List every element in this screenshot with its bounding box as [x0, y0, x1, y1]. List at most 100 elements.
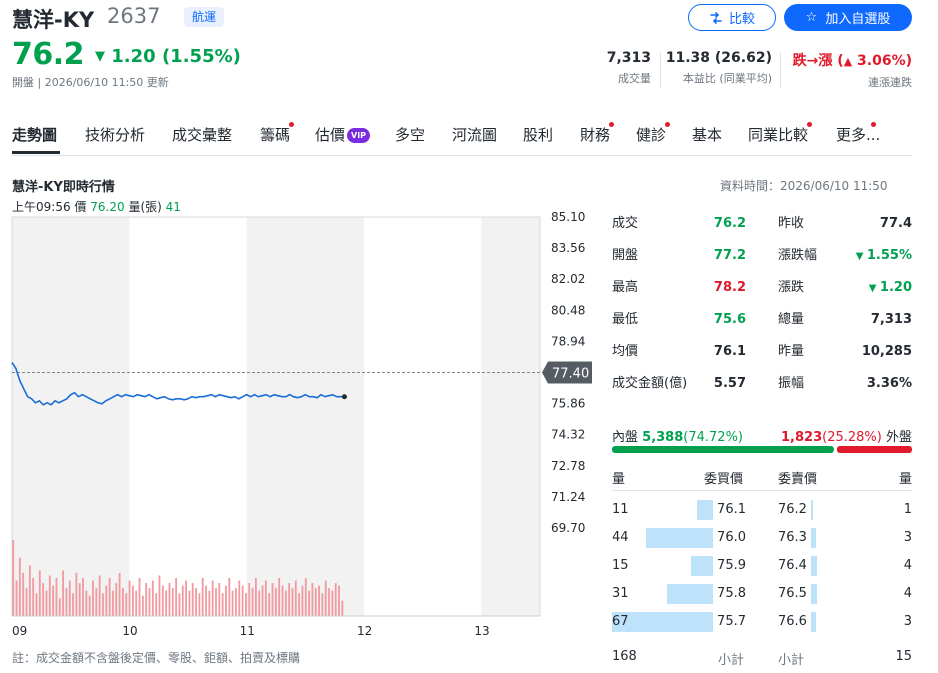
volume-bar: [271, 583, 274, 616]
industry-tag[interactable]: 航運: [184, 7, 225, 27]
quote-value: 7,313: [871, 304, 912, 336]
tab-transactions[interactable]: 成交彙整: [172, 124, 232, 145]
bid-price[interactable]: 76.1: [717, 496, 746, 524]
tab-financials[interactable]: 財務: [580, 122, 615, 145]
tab-peer-compare[interactable]: 同業比較: [748, 122, 813, 145]
volume-bar: [45, 590, 48, 616]
tab-dividend[interactable]: 股利: [523, 124, 553, 145]
quote-value: 77.2: [714, 240, 746, 272]
quote-label: 昨收: [778, 216, 805, 231]
add-to-watchlist-button[interactable]: ☆ 加入自選股: [784, 4, 912, 31]
volume-bar: [138, 578, 141, 616]
ask-qty: 4: [903, 558, 912, 573]
volume-bar: [245, 593, 247, 616]
inner-bar: [612, 446, 834, 453]
data-time: 資料時間：2026/06/10 11:50: [720, 179, 888, 193]
notification-dot: [665, 122, 671, 127]
tab-trend[interactable]: 走勢圖: [12, 124, 57, 145]
quote-label: 昨量: [778, 344, 805, 359]
volume-bar: [115, 583, 118, 616]
volume-bar: [32, 578, 35, 616]
intraday-chart[interactable]: 85.10 83.56 82.02 80.48 78.94 75.86 74.32 72.78…: [0, 210, 600, 646]
price-change: ▼ 1.20 (1.55%): [95, 46, 241, 67]
tab-technical[interactable]: 技術分析: [85, 124, 145, 145]
ask-price[interactable]: 76.4: [778, 552, 807, 580]
volume-bar: [334, 583, 337, 616]
quote-value-text: 10,285: [861, 344, 912, 359]
bid-price[interactable]: 75.7: [717, 608, 746, 636]
tab-river-chart[interactable]: 河流圖: [452, 124, 497, 145]
y-tick-label: 82.02: [551, 272, 585, 286]
inner-outer-bar: [612, 446, 912, 453]
volume-bar: [281, 585, 284, 616]
tab-basic[interactable]: 基本: [692, 124, 722, 145]
inner-pct: (74.72%): [683, 430, 743, 445]
ask-depth-bar: [811, 528, 817, 548]
ask-price[interactable]: 76.2: [778, 496, 807, 524]
tab-label: 河流圖: [452, 126, 498, 144]
quote-value-text: 1.55%: [866, 248, 912, 263]
tab-bar: 走勢圖 技術分析 成交彙整 籌碼 估價 VIP 多空 河流圖 股利 財務 健診 基…: [12, 118, 912, 156]
divider: [660, 52, 661, 88]
inner-value: 5,388: [642, 430, 684, 445]
volume-bar: [118, 572, 121, 616]
down-arrow-icon: ▼: [868, 283, 880, 294]
volume-bar: [145, 583, 148, 616]
notification-dot: [289, 122, 295, 127]
quote-label: 漲跌: [778, 280, 805, 295]
outer-pct: (25.28%): [822, 430, 882, 445]
volume-bar: [341, 600, 344, 616]
notification-dot: [609, 122, 615, 127]
ask-price[interactable]: 76.5: [778, 580, 807, 608]
volume-bar: [35, 593, 38, 616]
volume-bar: [228, 578, 231, 616]
volume-bar: [225, 585, 227, 616]
reference-price-label: 77.40: [552, 367, 589, 382]
ask-price[interactable]: 76.3: [778, 524, 807, 552]
stat-pe: 11.38 (26.62) 本益比 (同業平均): [666, 50, 772, 86]
inner-volume: 內盤 5,388(74.72%): [612, 426, 743, 445]
volume-bar: [298, 593, 301, 616]
tab-label: 成交彙整: [172, 126, 233, 144]
volume-bar: [251, 588, 254, 616]
volume-bar: [155, 593, 158, 616]
volume-bar: [42, 583, 45, 616]
y-tick-label: 83.56: [551, 241, 585, 255]
volume-bar: [128, 580, 131, 616]
volume-bar: [221, 593, 224, 616]
volume-bar: [158, 575, 161, 616]
y-tick-label: 72.78: [551, 459, 585, 473]
quote-value: 3.36%: [867, 368, 912, 400]
bid-qty-header: 量: [612, 472, 626, 487]
ask-depth-bar: [811, 612, 817, 632]
quote-label: 最高: [612, 280, 639, 295]
tab-health-check[interactable]: 健診: [636, 122, 671, 145]
down-arrow-icon: ▼: [855, 251, 867, 262]
volume-bar: [122, 588, 124, 616]
compare-button[interactable]: 比較: [688, 4, 776, 31]
x-tick-label: 10: [122, 624, 137, 638]
volume-bar: [85, 590, 88, 616]
tab-valuation[interactable]: 估價 VIP: [315, 124, 371, 145]
volume-bar: [52, 585, 55, 616]
stat-volume: 7,313 成交量: [607, 50, 651, 86]
x-tick-label: 11: [240, 624, 255, 638]
quote-value: 76.2: [714, 208, 746, 240]
ask-price[interactable]: 76.6: [778, 608, 807, 636]
volume-bar: [25, 588, 28, 616]
price-change-value: 1.20 (1.55%): [111, 46, 241, 67]
bid-price[interactable]: 75.9: [717, 552, 746, 580]
stat-streak: 跌→漲 (▲ 3.06%) 連漲連跌: [793, 50, 912, 90]
bid-depth-bar: [696, 500, 713, 520]
volume-bar: [238, 580, 241, 616]
tab-chips[interactable]: 籌碼: [260, 122, 295, 145]
bid-price[interactable]: 75.8: [717, 580, 746, 608]
tab-more[interactable]: 更多...: [836, 122, 880, 145]
tab-long-short[interactable]: 多空: [395, 124, 425, 145]
bid-price[interactable]: 76.0: [717, 524, 746, 552]
y-tick-label: 78.94: [551, 334, 585, 348]
vip-badge: VIP: [347, 128, 371, 143]
volume-bar: [248, 583, 251, 616]
volume-bar: [175, 578, 178, 616]
bid-qty: 44: [612, 530, 629, 545]
